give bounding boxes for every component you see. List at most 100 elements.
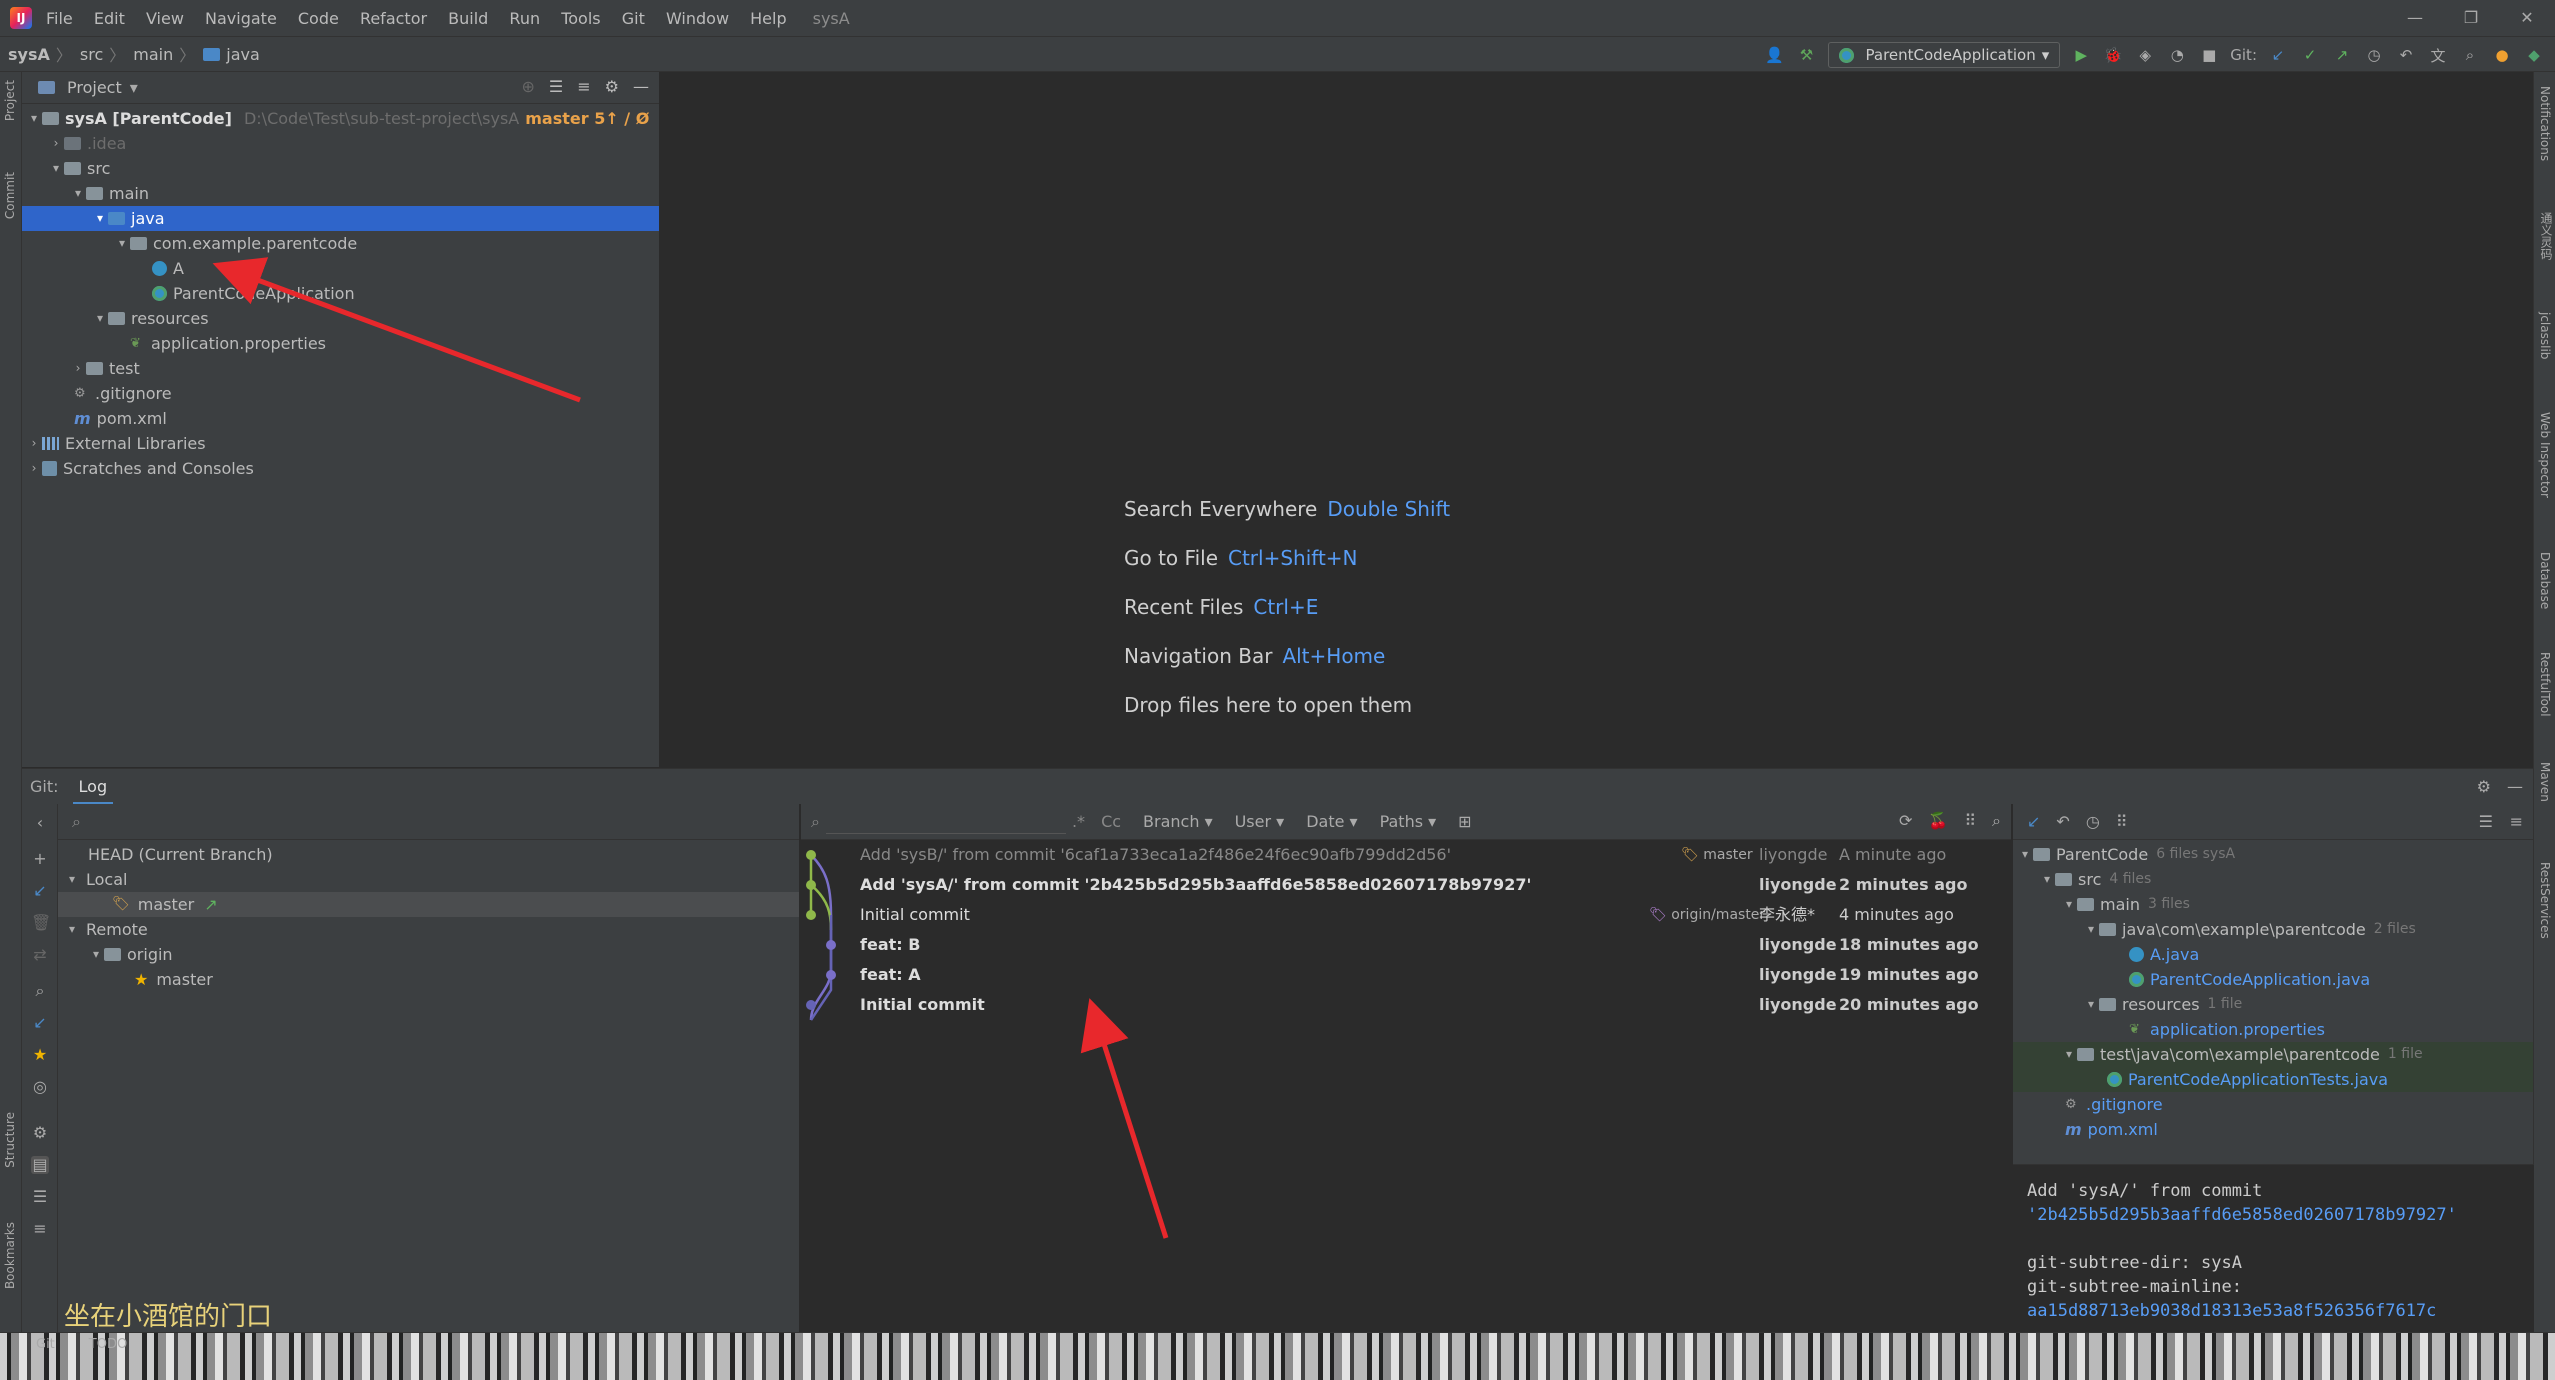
git-commit-icon[interactable]: ✓ [2299, 44, 2321, 66]
chevron-right-icon[interactable]: › [26, 456, 42, 481]
menu-window[interactable]: Window [666, 9, 729, 28]
project-tool-tab[interactable]: Project [3, 80, 17, 121]
new-tab-icon[interactable]: ⊞ [1458, 812, 1471, 831]
menu-edit[interactable]: Edit [94, 9, 125, 28]
fetch-icon[interactable]: ↙ [31, 1014, 49, 1032]
menu-help[interactable]: Help [750, 9, 786, 28]
menu-tools[interactable]: Tools [561, 9, 600, 28]
changes-row-test-package[interactable]: ▾ test\java\com\example\parentcode 1 file [2013, 1042, 2533, 1067]
commit-row[interactable]: Add 'sysB/' from commit '6caf1a733eca1a2… [801, 840, 2011, 870]
user-icon[interactable]: 👤 [1764, 44, 1786, 66]
menu-navigate[interactable]: Navigate [205, 9, 277, 28]
branch-group-origin[interactable]: ▾ origin [58, 942, 799, 967]
tree-row-scratches[interactable]: › Scratches and Consoles [22, 456, 659, 481]
menu-build[interactable]: Build [448, 9, 488, 28]
chevron-down-icon[interactable]: ▾ [88, 942, 104, 967]
changes-row-pom[interactable]: m pom.xml [2013, 1117, 2533, 1142]
collapse-all-icon[interactable]: ≡ [2510, 812, 2523, 831]
close-window-button[interactable]: ✕ [2499, 0, 2555, 36]
branch-filter[interactable]: Branch ▾ [1143, 812, 1213, 831]
collapse-icon[interactable]: ≡ [31, 1220, 49, 1238]
date-filter[interactable]: Date ▾ [1306, 812, 1357, 831]
chevron-down-icon[interactable]: ▾ [48, 156, 64, 181]
chevron-down-icon[interactable]: ▾ [130, 78, 138, 97]
editor-empty-area[interactable] [661, 72, 2533, 767]
group-by-icon[interactable]: ⠿ [2116, 812, 2128, 831]
collapse-all-icon[interactable]: ≡ [577, 77, 590, 96]
menu-file[interactable]: File [46, 9, 73, 28]
update-icon[interactable]: ↙ [31, 882, 49, 900]
restfultool-tool-tab[interactable]: RestfulTool [2538, 652, 2552, 717]
back-icon[interactable]: ‹ [31, 814, 49, 832]
hide-icon[interactable]: — [2507, 777, 2523, 796]
tree-row-gitignore[interactable]: ⚙ .gitignore [22, 381, 659, 406]
branch-row-head[interactable]: HEAD (Current Branch) [58, 842, 799, 867]
breadcrumb-java[interactable]: java [226, 45, 260, 64]
changes-row-main[interactable]: ▾ main 3 files [2013, 892, 2533, 917]
breadcrumb-src[interactable]: src [80, 45, 103, 64]
revert-icon[interactable]: ↶ [2056, 812, 2069, 831]
translate-icon[interactable]: 文 [2427, 44, 2449, 66]
search-icon[interactable]: ⌕ [2459, 44, 2481, 66]
user-filter[interactable]: User ▾ [1235, 812, 1285, 831]
coverage-icon[interactable]: ◈ [2134, 44, 2156, 66]
changes-row-package[interactable]: ▾ java\com\example\parentcode 2 files [2013, 917, 2533, 942]
group-by-icon[interactable]: ◎ [31, 1078, 49, 1096]
history-icon[interactable]: ◷ [2086, 812, 2100, 831]
git-bottom-tab[interactable]: Git [36, 1337, 55, 1352]
web-inspector-tool-tab[interactable]: Web Inspector [2538, 412, 2552, 498]
chevron-down-icon[interactable]: ▾ [2061, 1042, 2077, 1067]
menu-view[interactable]: View [146, 9, 184, 28]
expand-all-icon[interactable]: ☰ [549, 77, 563, 96]
show-diff-icon[interactable]: ↙ [2027, 812, 2040, 831]
tree-row-pom[interactable]: m pom.xml [22, 406, 659, 431]
run-configuration-select[interactable]: ParentCodeApplication ▾ [1827, 42, 2061, 68]
changes-row-a-java[interactable]: A.java [2013, 942, 2533, 967]
commit-row[interactable]: Initial commit liyongde 20 minutes ago [801, 990, 2011, 1020]
layout-icon[interactable]: ▤ [31, 1156, 49, 1174]
git-update-icon[interactable]: ↙ [2267, 44, 2289, 66]
chevron-right-icon[interactable]: › [26, 431, 42, 456]
stop-icon[interactable]: ■ [2198, 44, 2220, 66]
refresh-icon[interactable]: ⟳ [1899, 811, 1912, 831]
chevron-down-icon[interactable]: ▾ [64, 867, 80, 892]
tree-row-package[interactable]: ▾ com.example.parentcode [22, 231, 659, 256]
tree-row-properties[interactable]: ❦ application.properties [22, 331, 659, 356]
debug-icon[interactable]: 🐞 [2102, 44, 2124, 66]
expand-icon[interactable]: ☰ [31, 1188, 49, 1206]
log-search-input[interactable] [825, 810, 1066, 834]
tab-log[interactable]: Log [72, 769, 114, 805]
chevron-down-icon[interactable]: ▾ [114, 231, 130, 256]
gear-icon[interactable]: ⚙ [2477, 777, 2491, 796]
chevron-down-icon[interactable]: ▾ [64, 917, 80, 942]
history-icon[interactable]: ◷ [2363, 44, 2385, 66]
search-icon[interactable]: ⌕ [1992, 811, 2001, 831]
changes-row-properties[interactable]: ❦ application.properties [2013, 1017, 2533, 1042]
restservices-tool-tab[interactable]: RestServices [2538, 862, 2552, 939]
commit-row[interactable]: Initial commit 🏷 origin/master 李永德* 4 mi… [801, 900, 2011, 930]
tree-row-app-class[interactable]: ParentCodeApplication [22, 281, 659, 306]
maven-tool-tab[interactable]: Maven [2538, 762, 2552, 802]
branch-search-field[interactable]: ⌕ [58, 804, 799, 840]
regex-icon[interactable]: .* [1072, 812, 1085, 831]
commit-row[interactable]: feat: A liyongde 19 minutes ago [801, 960, 2011, 990]
commit-tool-tab[interactable]: Commit [3, 172, 17, 219]
commit-row[interactable]: feat: B liyongde 18 minutes ago [801, 930, 2011, 960]
cherry-pick-icon[interactable]: 🍒 [1928, 811, 1948, 831]
tongyi-tool-tab[interactable]: 通义灵码 [2538, 212, 2555, 260]
breadcrumb-main[interactable]: main [133, 45, 173, 64]
restore-button[interactable]: ❐ [2443, 0, 2499, 36]
jclasslib-tool-tab[interactable]: jclasslib [2538, 312, 2552, 359]
chevron-down-icon[interactable]: ▾ [70, 181, 86, 206]
commit-hash-link[interactable]: aa15d88713eb9038d18313e53a8f526356f7617c [2027, 1299, 2520, 1323]
rollback-icon[interactable]: ↶ [2395, 44, 2417, 66]
commit-row[interactable]: Add 'sysA/' from commit '2b425b5d295b3aa… [801, 870, 2011, 900]
menu-code[interactable]: Code [298, 9, 339, 28]
tree-row-src[interactable]: ▾ src [22, 156, 659, 181]
plugin-icon[interactable]: ◆ [2523, 44, 2545, 66]
bookmarks-tool-tab[interactable]: Bookmarks [3, 1222, 17, 1289]
changes-row-root[interactable]: ▾ ParentCode 6 files sysA [2013, 842, 2533, 867]
profile-icon[interactable]: ◔ [2166, 44, 2188, 66]
changes-row-resources[interactable]: ▾ resources 1 file [2013, 992, 2533, 1017]
changes-row-app-java[interactable]: ParentCodeApplication.java [2013, 967, 2533, 992]
